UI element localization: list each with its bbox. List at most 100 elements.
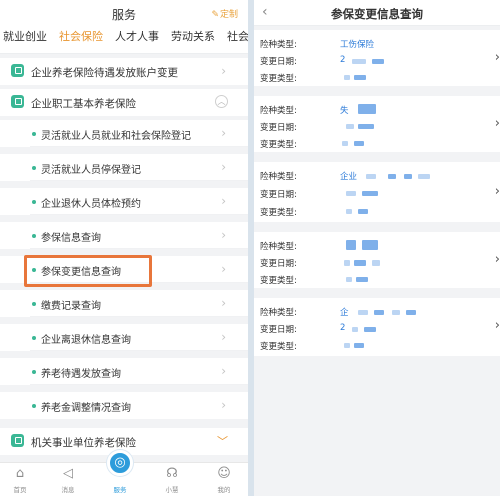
list-item-label: 缴费记录查询 bbox=[41, 301, 101, 312]
chevron-right-icon: › bbox=[221, 64, 226, 78]
screen: 服务 ✎定制 就业创业 社会保险 人才人事 劳动关系 社会保 企业养老保险待遇发… bbox=[0, 0, 500, 496]
list-group-basic-pension[interactable]: 企业职工基本养老保险 ︿ bbox=[0, 89, 248, 116]
category-tabs: 就业创业 社会保险 人才人事 劳动关系 社会保 bbox=[0, 26, 248, 54]
edit-icon: ✎ bbox=[211, 10, 219, 20]
bullet-icon bbox=[32, 166, 36, 170]
field-label: 变更日期: bbox=[260, 325, 297, 335]
field-label: 变更类型: bbox=[260, 276, 297, 286]
chevron-right-icon: › bbox=[494, 116, 500, 131]
bullet-icon bbox=[32, 336, 36, 340]
services-icon[interactable]: ◎ bbox=[107, 450, 133, 476]
bullet-icon bbox=[32, 132, 36, 136]
list-item-pension-payment[interactable]: 养老待遇发放查询 › bbox=[0, 358, 248, 385]
nav-label: 消息 bbox=[61, 486, 75, 494]
change-query-panel: ‹ 参保变更信息查询 险种类型: 工伤保险 变更日期: 2 变更类型: › 险种… bbox=[254, 0, 500, 496]
nav-home[interactable]: ⌂ 首页 bbox=[0, 463, 40, 496]
insurance-type-value: 失 bbox=[340, 106, 349, 116]
bullet-icon bbox=[32, 302, 36, 306]
chevron-right-icon: › bbox=[221, 228, 226, 242]
nav-label: 服务 bbox=[113, 486, 127, 494]
list-item-label: 养老待遇发放查询 bbox=[41, 369, 121, 380]
list-item-flexible-registration[interactable]: 灵活就业人员就业和社会保险登记 › bbox=[0, 120, 248, 147]
list-item-payment-records[interactable]: 缴费记录查询 › bbox=[0, 290, 248, 317]
chevron-right-icon: › bbox=[221, 296, 226, 310]
custom-button[interactable]: ✎定制 bbox=[211, 7, 238, 20]
field-label: 变更类型: bbox=[260, 74, 297, 84]
field-label: 险种类型: bbox=[260, 308, 297, 318]
nav-label: 小慧 bbox=[165, 486, 179, 494]
field-label: 变更类型: bbox=[260, 208, 297, 218]
service-panel: 服务 ✎定制 就业创业 社会保险 人才人事 劳动关系 社会保 企业养老保险待遇发… bbox=[0, 0, 248, 496]
change-record-card[interactable]: 险种类型: 企业 变更日期: 变更类型: › bbox=[254, 162, 500, 222]
chevron-right-icon: › bbox=[221, 126, 226, 140]
chevron-right-icon: › bbox=[494, 184, 500, 199]
change-record-card[interactable]: 险种类型: 变更日期: 变更类型: › bbox=[254, 232, 500, 288]
service-header: 服务 ✎定制 bbox=[0, 0, 248, 26]
chevron-right-icon: › bbox=[494, 50, 500, 65]
nav-profile[interactable]: ☺ 我的 bbox=[204, 463, 244, 496]
bullet-icon bbox=[32, 200, 36, 204]
chevron-right-icon: › bbox=[494, 252, 500, 267]
bullet-icon bbox=[32, 404, 36, 408]
insurance-type-value: 企业 bbox=[340, 172, 358, 182]
insurance-type-value: 工伤保险 bbox=[340, 40, 375, 50]
query-header: ‹ 参保变更信息查询 bbox=[254, 0, 500, 26]
user-icon: ☺ bbox=[217, 466, 231, 481]
nav-label: 首页 bbox=[13, 486, 27, 494]
bottom-nav: ⌂ 首页 ◁ 消息 服务 ◎ ☊ 小慧 ☺ 我的 bbox=[0, 450, 248, 496]
page-title: 参保变更信息查询 bbox=[331, 7, 423, 21]
highlight-box bbox=[24, 255, 152, 287]
field-label: 变更类型: bbox=[260, 342, 297, 352]
list-item-retiree-checkup[interactable]: 企业退休人员体检预约 › bbox=[0, 188, 248, 215]
field-label: 变更日期: bbox=[260, 190, 297, 200]
list-item-flexible-stop[interactable]: 灵活就业人员停保登记 › bbox=[0, 154, 248, 181]
change-record-card[interactable]: 险种类型: 企 变更日期: 2 变更类型: › bbox=[254, 298, 500, 356]
list-item-label: 机关事业单位养老保险 bbox=[31, 437, 136, 449]
chevron-right-icon: › bbox=[221, 330, 226, 344]
tab-labor-relations[interactable]: 劳动关系 bbox=[165, 28, 221, 53]
list-item-pension-adjustment[interactable]: 养老金调整情况查询 › bbox=[0, 392, 248, 419]
tab-social-insurance[interactable]: 社会保险 bbox=[53, 28, 109, 53]
change-record-card[interactable]: 险种类型: 失 变更日期: 变更类型: › bbox=[254, 96, 500, 152]
list-item-label: 灵活就业人员停保登记 bbox=[41, 165, 141, 176]
service-icon bbox=[11, 95, 24, 108]
speaker-icon: ◁ bbox=[63, 466, 73, 481]
field-label: 变更日期: bbox=[260, 259, 297, 269]
chevron-up-icon[interactable]: ︿ bbox=[215, 95, 228, 108]
list-item-label: 企业离退休信息查询 bbox=[41, 335, 131, 346]
chevron-right-icon: › bbox=[221, 262, 226, 276]
field-label: 变更日期: bbox=[260, 123, 297, 133]
list-item-label: 企业职工基本养老保险 bbox=[31, 98, 136, 110]
nav-messages[interactable]: ◁ 消息 bbox=[48, 463, 88, 496]
chevron-right-icon: › bbox=[221, 194, 226, 208]
nav-assistant[interactable]: ☊ 小慧 bbox=[152, 463, 192, 496]
list-item-label: 企业退休人员体检预约 bbox=[41, 199, 141, 210]
tab-employment[interactable]: 就业创业 bbox=[0, 28, 53, 53]
field-label: 险种类型: bbox=[260, 106, 297, 116]
tab-talent-personnel[interactable]: 人才人事 bbox=[109, 28, 165, 53]
change-date-value: 2 bbox=[340, 323, 346, 333]
list-item-label: 企业养老保险待遇发放账户变更 bbox=[31, 67, 178, 79]
service-icon bbox=[11, 434, 24, 447]
change-record-card[interactable]: 险种类型: 工伤保险 变更日期: 2 变更类型: › bbox=[254, 30, 500, 86]
bullet-icon bbox=[32, 370, 36, 374]
chevron-right-icon: › bbox=[221, 398, 226, 412]
chevron-down-icon[interactable]: ﹀ bbox=[217, 433, 228, 449]
chevron-right-icon: › bbox=[221, 160, 226, 174]
list-item-retirement-info[interactable]: 企业离退休信息查询 › bbox=[0, 324, 248, 351]
list-item-insurance-info[interactable]: 参保信息查询 › bbox=[0, 222, 248, 249]
chevron-right-icon: › bbox=[494, 318, 500, 333]
field-label: 变更日期: bbox=[260, 57, 297, 67]
nav-label: 我的 bbox=[217, 486, 231, 494]
list-item-label: 参保信息查询 bbox=[41, 233, 101, 244]
custom-label: 定制 bbox=[219, 10, 238, 20]
bullet-icon bbox=[32, 234, 36, 238]
home-icon: ⌂ bbox=[15, 466, 25, 481]
change-date-value: 2 bbox=[340, 55, 346, 65]
list-item-account-change[interactable]: 企业养老保险待遇发放账户变更 › bbox=[0, 58, 248, 85]
tab-social-security[interactable]: 社会保 bbox=[221, 28, 248, 53]
headset-icon: ☊ bbox=[166, 466, 178, 481]
field-label: 险种类型: bbox=[260, 242, 297, 252]
chevron-right-icon: › bbox=[221, 364, 226, 378]
field-label: 险种类型: bbox=[260, 172, 297, 182]
